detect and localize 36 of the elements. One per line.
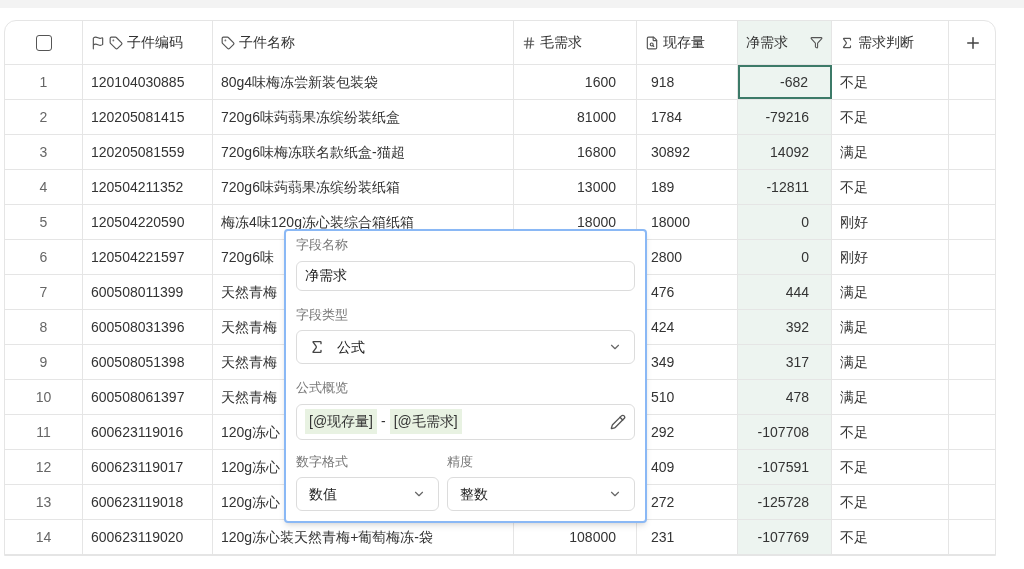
table-cell[interactable]: -107708	[738, 415, 832, 449]
number-format-select[interactable]: 数值	[296, 477, 439, 511]
column-header[interactable]: 净需求	[738, 21, 832, 64]
field-label: 数字格式	[296, 452, 349, 471]
table-cell[interactable]: 0	[738, 205, 832, 239]
sigma-icon	[840, 35, 854, 50]
table-cell[interactable]: -12811	[738, 170, 832, 204]
precision-select[interactable]: 整数	[447, 477, 635, 511]
table-cell[interactable]: 0	[738, 240, 832, 274]
flag-icon	[91, 35, 105, 50]
table-cell[interactable]: -107591	[738, 450, 832, 484]
table-cell[interactable]: 14092	[738, 135, 832, 169]
tag-icon	[109, 35, 123, 50]
sigma-icon	[309, 339, 325, 355]
formula-token: [@现存量]	[305, 409, 377, 434]
field-label: 精度	[447, 452, 474, 471]
table-cell[interactable]: -107769	[738, 520, 832, 554]
table-cell[interactable]: -682	[738, 65, 832, 99]
number-icon	[522, 35, 536, 50]
field-name-input[interactable]: 净需求	[296, 260, 635, 291]
field-type-select[interactable]: 公式	[296, 330, 635, 364]
table-cell[interactable]: 317	[738, 345, 832, 379]
formula-token: [@毛需求]	[389, 409, 462, 434]
table-cell[interactable]: 478	[738, 380, 832, 414]
edit-icon[interactable]	[610, 413, 626, 430]
table-cell[interactable]: -125728	[738, 485, 832, 519]
table-cell[interactable]: -79216	[738, 100, 832, 134]
field-label: 公式概览	[296, 379, 349, 397]
table-cell[interactable]: 392	[738, 310, 832, 344]
select-all-checkbox[interactable]	[35, 34, 52, 51]
table-cell[interactable]: 444	[738, 275, 832, 309]
filter-icon[interactable]	[810, 36, 823, 49]
formula-field[interactable]: [@现存量] - [@毛需求]	[296, 403, 635, 440]
tag-icon	[221, 35, 235, 50]
formula-operator: -	[381, 412, 386, 431]
lookup-icon	[645, 35, 659, 50]
